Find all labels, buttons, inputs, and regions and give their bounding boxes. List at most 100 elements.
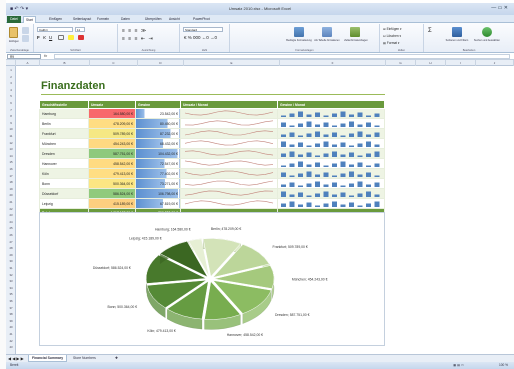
format-as-table-button[interactable]: Als Tabelle formatieren xyxy=(314,39,340,42)
city-cell[interactable]: Dresden xyxy=(39,148,89,159)
column-heading[interactable]: Umsatz xyxy=(87,100,136,109)
view-buttons[interactable]: ▦ ▤ ▭ xyxy=(453,362,464,369)
row-header[interactable]: 25 xyxy=(6,226,16,230)
conditional-format-icon[interactable] xyxy=(294,27,304,37)
tab-powerpivot[interactable]: PowerPivot xyxy=(191,16,212,23)
underline-icon[interactable]: U xyxy=(49,35,52,40)
formula-input[interactable] xyxy=(54,54,510,59)
number-format-icons[interactable]: € % 000 ←0 →0 xyxy=(184,35,217,40)
zoom-level[interactable]: 100 % xyxy=(499,362,508,369)
row-header[interactable]: 2 xyxy=(6,75,16,79)
border-icon[interactable] xyxy=(58,35,64,40)
tab-daten[interactable]: Daten xyxy=(119,16,132,23)
fx-icon[interactable]: fx xyxy=(44,53,47,58)
fill-color-icon[interactable] xyxy=(68,35,74,40)
row-header[interactable]: 42 xyxy=(6,339,16,343)
city-cell[interactable]: Düsseldorf xyxy=(39,188,89,199)
window-controls[interactable]: — ▭ ✕ xyxy=(491,5,508,11)
gewinn-sparkline-cell[interactable] xyxy=(276,178,386,189)
row-header[interactable]: 36 xyxy=(6,299,16,303)
row-header[interactable]: 37 xyxy=(6,306,16,310)
umsatz-cell[interactable]: 479.413,00 € xyxy=(87,168,136,179)
row-header[interactable]: 1 xyxy=(6,68,16,72)
row-header[interactable]: 29 xyxy=(6,253,16,257)
city-cell[interactable]: Hannover xyxy=(39,158,89,169)
row-header[interactable]: 13 xyxy=(6,147,16,151)
format-as-table-icon[interactable] xyxy=(322,27,332,37)
row-header[interactable]: 19 xyxy=(6,187,16,191)
gewinn-cell[interactable]: 77.402,00 € xyxy=(134,168,181,179)
tab-ansicht[interactable]: Ansicht xyxy=(167,16,182,23)
umsatz-cell[interactable]: 509.789,00 € xyxy=(87,128,136,139)
umsatz-cell[interactable]: 587.751,00 € xyxy=(87,148,136,159)
row-header[interactable]: 21 xyxy=(6,200,16,204)
gewinn-sparkline-cell[interactable] xyxy=(276,118,386,129)
align-top-icons[interactable]: ≡ ≡ ≡ ≫ xyxy=(122,28,147,34)
sheet-nav-arrows[interactable]: ◀ ◀ ▶ ▶ xyxy=(8,355,24,362)
umsatz-cell[interactable]: 478.209,00 € xyxy=(87,118,136,129)
tab-seitenlayout[interactable]: Seitenlayout xyxy=(71,16,93,23)
row-header[interactable]: 8 xyxy=(6,114,16,118)
paste-icon[interactable] xyxy=(9,27,18,38)
row-header[interactable]: 14 xyxy=(6,154,16,158)
column-heading[interactable]: Gewinn xyxy=(134,100,181,109)
gewinn-cell[interactable]: 72.547,00 € xyxy=(134,158,181,169)
row-header[interactable]: 16 xyxy=(6,167,16,171)
align-left-icons[interactable]: ≡ ≡ ≡ ⇤ ⇥ xyxy=(122,36,154,42)
bold-icon[interactable]: F xyxy=(37,35,40,40)
tab-datei[interactable]: Datei xyxy=(7,16,21,23)
umsatz-sparkline-cell[interactable] xyxy=(179,148,278,159)
row-header[interactable]: 23 xyxy=(6,213,16,217)
city-cell[interactable]: Köln xyxy=(39,168,89,179)
gewinn-cell[interactable]: 80.450,00 € xyxy=(134,118,181,129)
cell-styles-icon[interactable] xyxy=(350,27,360,37)
gewinn-cell[interactable]: 73.271,00 € xyxy=(134,178,181,189)
font-select[interactable]: Calibri xyxy=(37,27,73,32)
gewinn-cell[interactable]: 106.798,00 € xyxy=(134,188,181,199)
tab-einfügen[interactable]: Einfügen xyxy=(47,16,64,23)
gewinn-cell[interactable]: 67.819,00 € xyxy=(134,198,181,209)
umsatz-cell[interactable]: 458.542,00 € xyxy=(87,158,136,169)
column-heading[interactable]: Gewinn / Monat xyxy=(276,100,386,109)
gewinn-sparkline-cell[interactable] xyxy=(276,138,386,149)
number-format-select[interactable]: Standard xyxy=(183,27,223,32)
umsatz-cell[interactable]: 454.243,00 € xyxy=(87,138,136,149)
format-cells-button[interactable]: ▤ Format ▾ xyxy=(383,41,400,45)
find-select-button[interactable]: Suchen und Auswählen xyxy=(472,39,502,42)
umsatz-cell[interactable]: 500.364,00 € xyxy=(87,178,136,189)
city-cell[interactable]: Frankfurt xyxy=(39,128,89,139)
row-header[interactable]: 43 xyxy=(6,345,16,349)
row-header[interactable]: 5 xyxy=(6,94,16,98)
find-select-icon[interactable] xyxy=(482,27,492,37)
umsatz-sparkline-cell[interactable] xyxy=(179,188,278,199)
sheet-tab[interactable]: Store Numbers xyxy=(70,355,99,362)
add-sheet-icon[interactable]: ✚ xyxy=(112,355,121,362)
row-header[interactable]: 15 xyxy=(6,160,16,164)
paste-button[interactable]: Einfügen xyxy=(6,40,22,43)
gewinn-sparkline-cell[interactable] xyxy=(276,108,386,119)
row-header[interactable]: 4 xyxy=(6,88,16,92)
gewinn-sparkline-cell[interactable] xyxy=(276,148,386,159)
cell-styles-button[interactable]: Zellenformatvorlagen xyxy=(342,39,370,42)
row-header[interactable]: 34 xyxy=(6,286,16,290)
row-header[interactable]: 7 xyxy=(6,108,16,112)
name-box[interactable]: R9 xyxy=(7,54,41,59)
city-cell[interactable]: Hamburg xyxy=(39,108,89,119)
gewinn-sparkline-cell[interactable] xyxy=(276,158,386,169)
italic-icon[interactable]: K xyxy=(43,35,46,40)
row-header[interactable]: 33 xyxy=(6,279,16,283)
font-size-select[interactable]: 11 xyxy=(75,27,85,32)
row-header[interactable]: 26 xyxy=(6,233,16,237)
gewinn-cell[interactable]: 104.432,00 € xyxy=(134,148,181,159)
row-header[interactable]: 24 xyxy=(6,220,16,224)
gewinn-cell[interactable]: 87.232,00 € xyxy=(134,128,181,139)
sum-icon[interactable]: Σ xyxy=(428,28,432,34)
umsatz-cell[interactable]: 586.524,00 € xyxy=(87,188,136,199)
umsatz-sparkline-cell[interactable] xyxy=(179,108,278,119)
gewinn-cell[interactable]: 23.542,00 € xyxy=(134,108,181,119)
umsatz-sparkline-cell[interactable] xyxy=(179,118,278,129)
cut-icon[interactable] xyxy=(22,27,29,34)
gewinn-sparkline-cell[interactable] xyxy=(276,188,386,199)
sort-filter-button[interactable]: Sortieren und Filtern xyxy=(442,39,472,42)
row-header[interactable]: 9 xyxy=(6,121,16,125)
